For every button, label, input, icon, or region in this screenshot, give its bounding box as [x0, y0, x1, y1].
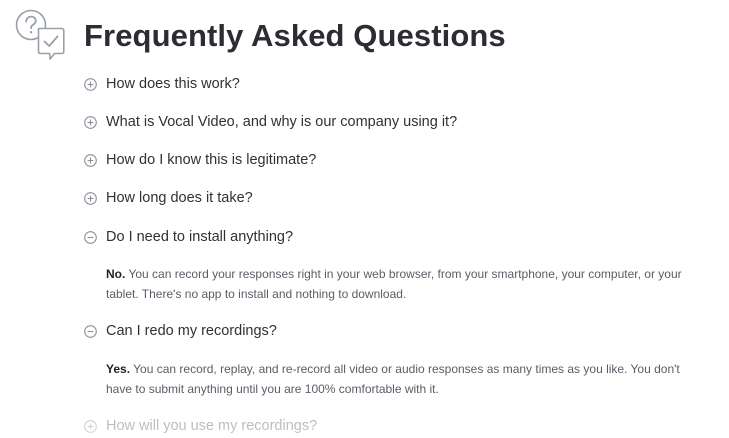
- plus-circle-icon: [84, 115, 97, 129]
- minus-circle-icon: [84, 230, 97, 244]
- plus-circle-icon: [84, 191, 97, 205]
- faq-question-text: Can I redo my recordings?: [106, 323, 277, 339]
- faq-question-use-recordings[interactable]: How will you use my recordings?: [84, 414, 317, 438]
- faq-question-text: How do I know this is legitimate?: [106, 152, 317, 168]
- faq-question-how-long[interactable]: How long does it take?: [84, 186, 253, 210]
- faq-question-how-does-this-work[interactable]: How does this work?: [84, 72, 240, 96]
- minus-circle-icon: [84, 324, 97, 338]
- question-checkmark-chat-icon: [14, 8, 66, 62]
- faq-answer-install: No. You can record your responses right …: [106, 265, 706, 304]
- faq-question-text: How will you use my recordings?: [106, 418, 318, 434]
- faq-answer-text: You can record your responses right in y…: [106, 267, 682, 301]
- faq-question-install[interactable]: Do I need to install anything?: [84, 225, 293, 249]
- faq-question-redo[interactable]: Can I redo my recordings?: [84, 319, 277, 343]
- faq-question-what-is-vocal-video[interactable]: What is Vocal Video, and why is our comp…: [84, 110, 457, 134]
- plus-circle-icon: [84, 419, 97, 433]
- faq-question-legitimate[interactable]: How do I know this is legitimate?: [84, 148, 316, 172]
- faq-answer-lead: No.: [106, 267, 126, 281]
- plus-circle-icon: [84, 77, 97, 91]
- faq-question-text: How does this work?: [106, 76, 240, 92]
- faq-answer-text: You can record, replay, and re-record al…: [106, 362, 680, 396]
- faq-answer-lead: Yes.: [106, 362, 131, 376]
- faq-question-text: Do I need to install anything?: [106, 229, 294, 245]
- faq-question-text: What is Vocal Video, and why is our comp…: [106, 114, 458, 130]
- faq-answer-redo: Yes. You can record, replay, and re-reco…: [106, 360, 706, 399]
- page-title: Frequently Asked Questions: [84, 18, 506, 53]
- faq-question-text: How long does it take?: [106, 190, 253, 206]
- plus-circle-icon: [84, 153, 97, 167]
